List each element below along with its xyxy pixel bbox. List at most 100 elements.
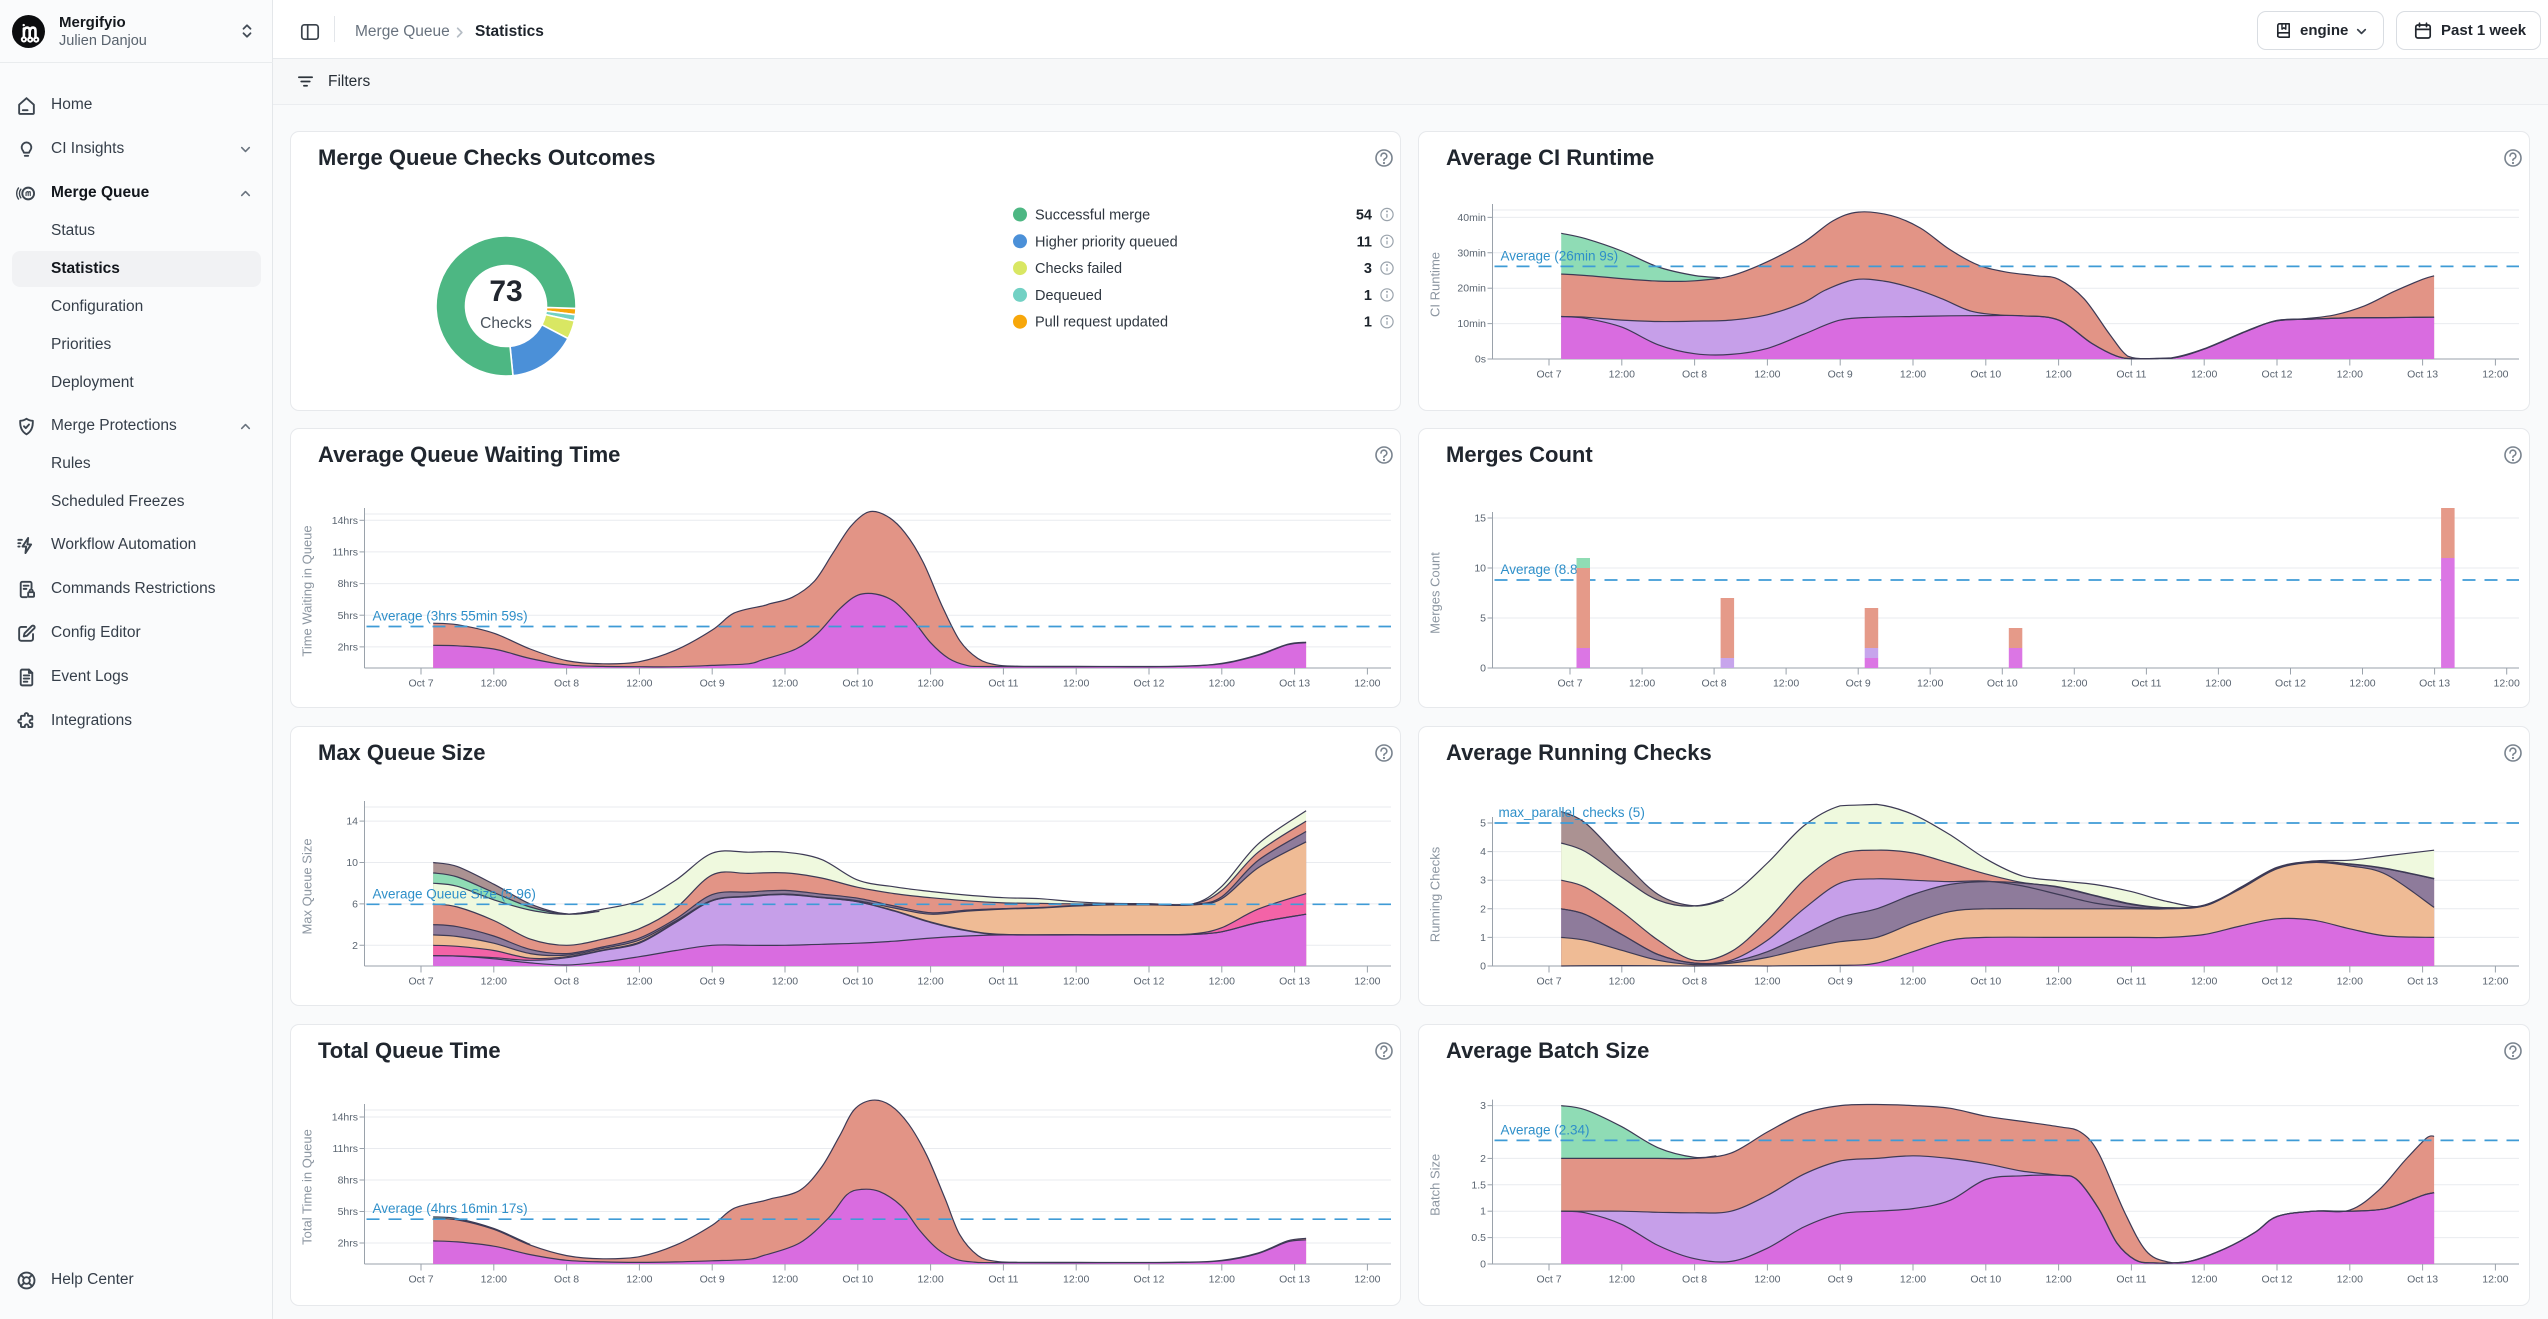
svg-text:6: 6 [352,898,358,910]
svg-text:Oct 7: Oct 7 [1536,1274,1561,1286]
svg-text:11: 11 [1357,234,1372,250]
svg-text:15: 15 [1474,513,1486,525]
svg-text:Total Queue Time: Total Queue Time [318,1038,501,1063]
svg-text:3: 3 [1364,261,1372,277]
svg-text:0.5: 0.5 [1471,1232,1486,1244]
svg-text:Average (26min 9s): Average (26min 9s) [1501,248,1619,263]
svg-text:12:00: 12:00 [772,976,798,988]
svg-text:Checks failed: Checks failed [1035,261,1122,277]
svg-text:12:00: 12:00 [481,1274,507,1286]
svg-text:14hrs: 14hrs [332,1112,358,1124]
svg-text:max_parallel_checks (5): max_parallel_checks (5) [1499,805,1645,820]
svg-text:12:00: 12:00 [2191,976,2217,988]
svg-text:Oct 9: Oct 9 [700,1274,725,1286]
svg-text:2: 2 [1480,903,1486,915]
svg-text:8hrs: 8hrs [338,578,358,590]
svg-text:12:00: 12:00 [2191,369,2217,381]
svg-text:1: 1 [1480,1206,1486,1218]
svg-text:12:00: 12:00 [1900,1274,1926,1286]
svg-text:Oct 7: Oct 7 [408,976,433,988]
svg-text:5: 5 [1480,613,1486,625]
svg-text:Oct 13: Oct 13 [2419,678,2450,690]
svg-text:12:00: 12:00 [1754,369,1780,381]
svg-text:0s: 0s [1475,354,1486,366]
svg-text:Total Time in Queue: Total Time in Queue [300,1129,315,1245]
svg-text:1.5: 1.5 [1471,1179,1486,1191]
svg-text:Oct 7: Oct 7 [408,1274,433,1286]
svg-text:Oct 10: Oct 10 [842,976,873,988]
svg-text:Average (3hrs 55min 59s): Average (3hrs 55min 59s) [373,609,528,624]
svg-text:12:00: 12:00 [2482,1274,2508,1286]
svg-text:Running Checks: Running Checks [1428,846,1443,942]
svg-text:Successful merge: Successful merge [1035,208,1150,224]
svg-text:Dequeued: Dequeued [1035,288,1102,304]
svg-text:Average (8.8): Average (8.8) [1501,562,1583,577]
svg-text:Oct 7: Oct 7 [1536,976,1561,988]
svg-text:12:00: 12:00 [481,976,507,988]
svg-text:12:00: 12:00 [1209,976,1235,988]
svg-text:12:00: 12:00 [917,976,943,988]
svg-text:Oct 9: Oct 9 [700,678,725,690]
svg-text:14: 14 [346,816,358,828]
svg-text:12:00: 12:00 [1754,976,1780,988]
svg-text:Oct 12: Oct 12 [2275,678,2306,690]
svg-text:Oct 13: Oct 13 [1279,678,1310,690]
svg-text:Oct 10: Oct 10 [1987,678,2018,690]
svg-text:12:00: 12:00 [1900,976,1926,988]
svg-text:2hrs: 2hrs [338,641,358,653]
svg-text:12:00: 12:00 [1354,976,1380,988]
svg-text:Oct 12: Oct 12 [2262,976,2293,988]
svg-text:5hrs: 5hrs [338,610,358,622]
svg-text:0: 0 [1480,1259,1486,1271]
svg-text:Oct 8: Oct 8 [1682,976,1707,988]
svg-text:Oct 12: Oct 12 [2262,1274,2293,1286]
svg-text:Oct 11: Oct 11 [988,976,1018,988]
svg-text:12:00: 12:00 [1354,678,1380,690]
svg-text:Oct 11: Oct 11 [988,678,1018,690]
svg-text:Oct 13: Oct 13 [2407,976,2438,988]
svg-text:Oct 9: Oct 9 [1846,678,1871,690]
svg-text:12:00: 12:00 [1609,1274,1635,1286]
svg-text:40min: 40min [1457,212,1486,224]
svg-text:Oct 10: Oct 10 [1970,369,2001,381]
svg-text:12:00: 12:00 [2045,976,2071,988]
svg-text:12:00: 12:00 [2337,976,2363,988]
svg-text:Average Queue Size (5.96): Average Queue Size (5.96) [373,886,536,901]
svg-text:12:00: 12:00 [2482,976,2508,988]
svg-text:Oct 8: Oct 8 [554,976,579,988]
svg-text:12:00: 12:00 [1063,976,1089,988]
svg-text:Oct 8: Oct 8 [1682,1274,1707,1286]
svg-text:Average Queue Waiting Time: Average Queue Waiting Time [318,442,620,467]
svg-text:11hrs: 11hrs [333,546,359,558]
svg-text:Max Queue Size: Max Queue Size [300,838,315,934]
svg-text:Oct 9: Oct 9 [1828,1274,1853,1286]
svg-text:3: 3 [1480,1100,1486,1112]
svg-text:73: 73 [489,275,522,308]
svg-text:12:00: 12:00 [2045,369,2071,381]
svg-text:12:00: 12:00 [1629,678,1655,690]
svg-text:Oct 7: Oct 7 [408,678,433,690]
svg-text:Oct 9: Oct 9 [700,976,725,988]
svg-text:12:00: 12:00 [917,678,943,690]
svg-text:12:00: 12:00 [1354,1274,1380,1286]
svg-text:Oct 9: Oct 9 [1828,976,1853,988]
svg-text:Oct 10: Oct 10 [842,678,873,690]
svg-text:12:00: 12:00 [1063,678,1089,690]
svg-text:5hrs: 5hrs [338,1206,358,1218]
svg-text:Oct 10: Oct 10 [1970,976,2001,988]
svg-text:10: 10 [346,857,358,869]
svg-text:12:00: 12:00 [1917,678,1943,690]
svg-text:Time Waiting in Queue: Time Waiting in Queue [300,525,315,656]
svg-text:CI Runtime: CI Runtime [1428,252,1443,317]
svg-text:Merges Count: Merges Count [1428,552,1443,634]
svg-text:20min: 20min [1457,283,1486,295]
svg-text:Oct 11: Oct 11 [2116,369,2146,381]
svg-text:3: 3 [1480,875,1486,887]
svg-text:12:00: 12:00 [2494,678,2520,690]
svg-text:0: 0 [1480,663,1486,675]
svg-text:10: 10 [1474,563,1486,575]
svg-text:0: 0 [1480,961,1486,973]
svg-text:12:00: 12:00 [2482,369,2508,381]
svg-text:Oct 8: Oct 8 [554,1274,579,1286]
svg-text:Oct 8: Oct 8 [1702,678,1727,690]
